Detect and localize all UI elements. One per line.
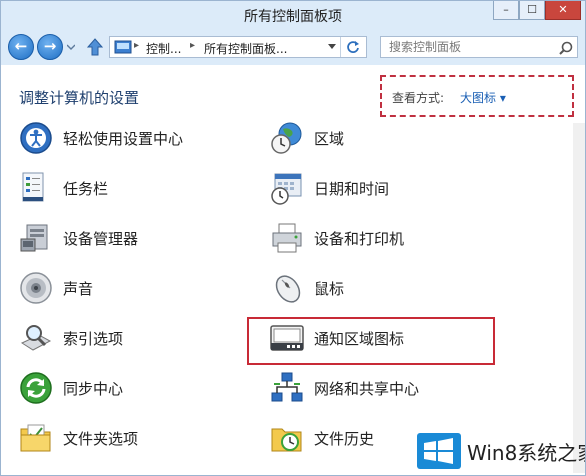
mouse-icon — [275, 275, 301, 303]
maximize-button[interactable]: ☐ — [519, 1, 545, 20]
region-icon — [271, 122, 302, 154]
speaker-icon — [20, 272, 52, 304]
close-icon: ✕ — [558, 3, 568, 16]
ease-of-access-icon — [20, 122, 52, 154]
item-label: 设备和打印机 — [314, 230, 405, 248]
page-title: 调整计算机的设置 — [19, 89, 140, 107]
highlight-box — [247, 317, 495, 365]
item-label: 鼠标 — [314, 280, 345, 298]
close-button[interactable]: ✕ — [545, 1, 581, 20]
item-label: 同步中心 — [63, 380, 124, 398]
breadcrumb-separator-icon: ▸ — [134, 40, 140, 51]
back-button[interactable]: ← — [8, 34, 34, 60]
item-label: 区域 — [314, 130, 345, 148]
minimize-icon: – — [503, 3, 509, 16]
view-by-selector[interactable]: 查看方式: 大图标 ▾ — [380, 75, 574, 117]
windows-logo-icon — [417, 433, 461, 469]
device-manager-icon — [20, 224, 48, 252]
back-arrow-icon: ← — [14, 37, 28, 55]
folder-options-icon — [20, 424, 51, 452]
file-history-icon — [271, 428, 302, 452]
item-label: 任务栏 — [63, 180, 109, 198]
recent-pages-chevron-icon[interactable] — [67, 43, 75, 51]
indexing-icon — [20, 325, 52, 351]
printer-icon — [272, 223, 302, 253]
maximize-icon: ☐ — [527, 3, 537, 16]
sync-icon — [20, 372, 52, 404]
watermark-text: Win8系统之家 — [467, 441, 586, 465]
item-label: 网络和共享中心 — [314, 380, 420, 398]
item-label: 索引选项 — [63, 330, 124, 348]
forward-button[interactable]: → — [37, 34, 63, 60]
minimize-button[interactable]: – — [493, 1, 519, 20]
breadcrumb-separator-icon: ▸ — [190, 40, 196, 51]
search-input[interactable]: 搜索控制面板 — [380, 36, 578, 58]
item-label: 文件夹选项 — [63, 430, 139, 448]
forward-arrow-icon: → — [43, 37, 57, 55]
item-label: 文件历史 — [314, 430, 375, 448]
view-by-label: 查看方式: — [392, 91, 445, 105]
address-bar[interactable]: ▸ 控制... ▸ 所有控制面板... — [109, 36, 367, 58]
breadcrumb-all-items[interactable]: 所有控制面板... — [204, 40, 287, 57]
up-arrow-icon[interactable] — [87, 38, 103, 56]
address-dropdown-icon[interactable] — [328, 44, 336, 50]
item-label: 轻松使用设置中心 — [63, 130, 184, 148]
content-area: 调整计算机的设置 查看方式: 大图标 ▾ 轻松使用设置中心 任务栏 设备管理器 … — [1, 65, 585, 475]
divider — [340, 37, 341, 57]
calendar-clock-icon — [271, 173, 302, 205]
navigation-bar: ← → ▸ 控制... ▸ 所有控制面板... 搜索控制面板 — [1, 31, 585, 65]
taskbar-icon — [22, 172, 44, 202]
breadcrumb-control-panel[interactable]: 控制... — [146, 40, 181, 57]
network-icon — [271, 372, 303, 402]
vertical-scrollbar[interactable] — [573, 123, 585, 473]
item-label: 声音 — [63, 280, 94, 298]
watermark: Win8系统之家 — [413, 431, 585, 471]
search-icon[interactable] — [559, 41, 573, 55]
view-by-dropdown[interactable]: 大图标 ▾ — [460, 89, 506, 106]
title-bar: 所有控制面板项 – ☐ ✕ — [1, 1, 585, 31]
item-label: 日期和时间 — [314, 180, 390, 198]
control-panel-icon — [114, 40, 132, 54]
item-label: 设备管理器 — [63, 230, 139, 248]
control-panel-window: 所有控制面板项 – ☐ ✕ ← → ▸ 控制... ▸ 所有控制面板... 搜索… — [0, 0, 586, 476]
refresh-icon[interactable] — [346, 40, 360, 54]
